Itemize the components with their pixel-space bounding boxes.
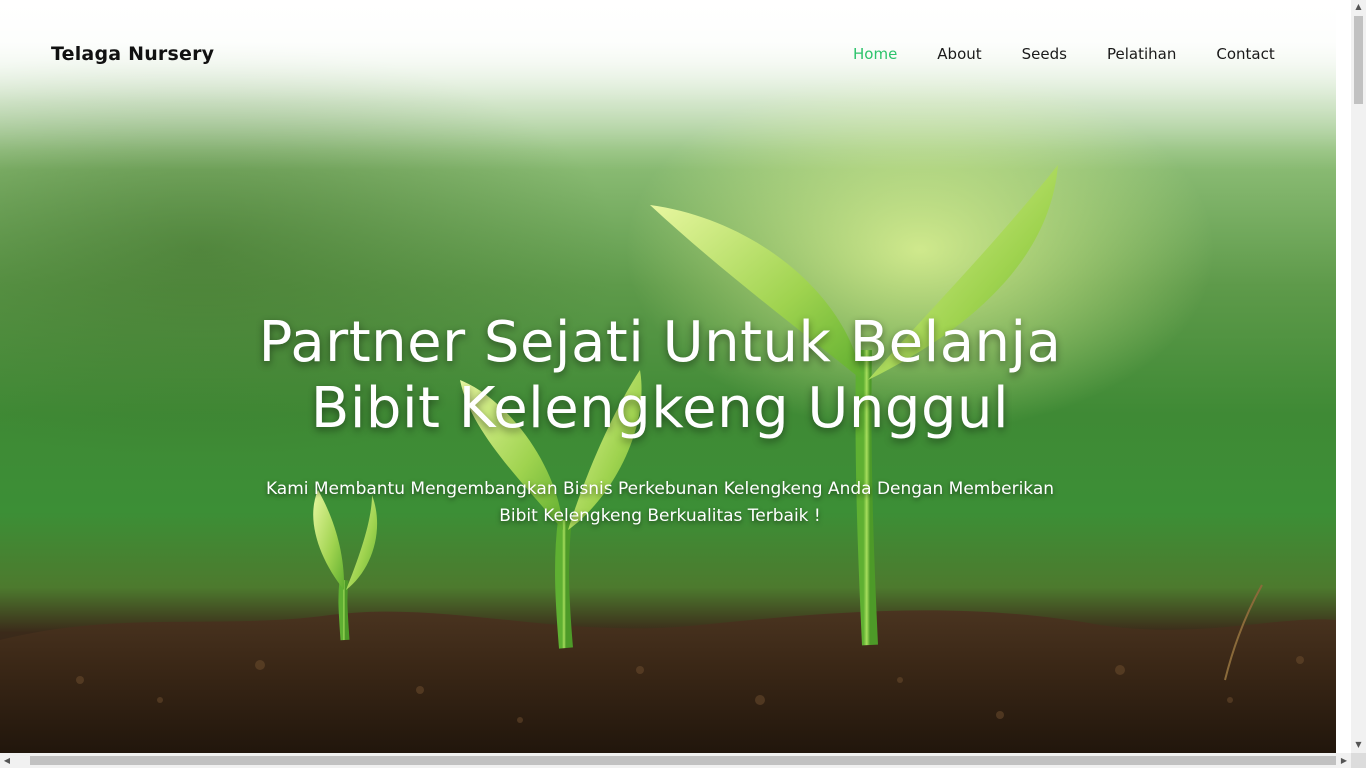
vertical-scroll-thumb[interactable] <box>1354 16 1363 104</box>
hero-text: Partner Sejati Untuk Belanja Bibit Kelen… <box>230 310 1090 530</box>
scroll-up-arrow-icon[interactable]: ▲ <box>1351 0 1366 14</box>
brand-logo[interactable]: Telaga Nursery <box>51 43 214 65</box>
main-nav: Home About Seeds Pelatihan Contact <box>853 45 1315 63</box>
hero-title-line2: Bibit Kelengkeng Unggul <box>310 376 1010 441</box>
nav-pelatihan[interactable]: Pelatihan <box>1107 45 1176 63</box>
nav-home[interactable]: Home <box>853 45 897 63</box>
horizontal-scroll-thumb[interactable] <box>30 756 1336 765</box>
scroll-down-arrow-icon[interactable]: ▼ <box>1351 738 1366 752</box>
page-viewport: Telaga Nursery Home About Seeds Pelatiha… <box>0 0 1336 753</box>
scroll-left-arrow-icon[interactable]: ◀ <box>0 753 14 768</box>
nav-contact[interactable]: Contact <box>1216 45 1274 63</box>
scrollbar-corner <box>1351 753 1366 768</box>
nav-seeds[interactable]: Seeds <box>1022 45 1067 63</box>
page-right-gutter <box>1336 0 1351 753</box>
vertical-scrollbar[interactable]: ▲ ▼ <box>1351 0 1366 753</box>
hero-title-line1: Partner Sejati Untuk Belanja <box>258 310 1062 375</box>
hero-title: Partner Sejati Untuk Belanja Bibit Kelen… <box>230 310 1090 442</box>
nav-about[interactable]: About <box>937 45 981 63</box>
horizontal-scrollbar[interactable]: ◀ ▶ <box>0 753 1351 768</box>
scroll-right-arrow-icon[interactable]: ▶ <box>1337 753 1351 768</box>
navbar: Telaga Nursery Home About Seeds Pelatiha… <box>0 0 1336 110</box>
hero-subtitle: Kami Membantu Mengembangkan Bisnis Perke… <box>265 479 1055 526</box>
